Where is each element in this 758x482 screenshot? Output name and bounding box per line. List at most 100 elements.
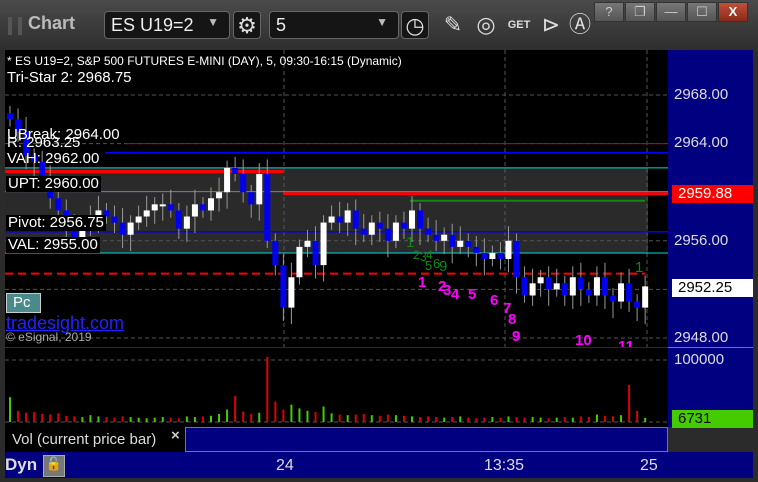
volume-bar — [73, 416, 76, 422]
candle — [191, 204, 198, 217]
candle — [489, 252, 496, 260]
candle — [328, 216, 335, 223]
study-icon[interactable]: ◎ — [472, 11, 500, 39]
time-label: 13:35 — [484, 457, 525, 474]
price-tick: 2964.00 — [674, 134, 729, 151]
volume-bar — [595, 414, 598, 422]
volume-panel[interactable] — [5, 348, 668, 427]
volume-bar — [603, 415, 606, 422]
volume-bar — [65, 415, 68, 422]
dynamic-mode[interactable]: Dyn — [5, 455, 37, 475]
setup-count-label: 5 — [425, 258, 433, 273]
candle — [449, 234, 456, 247]
minimize-button[interactable]: — — [656, 2, 686, 22]
volume-bar — [419, 417, 422, 422]
volume-bar — [539, 417, 542, 422]
lock-icon[interactable]: 🔓 — [43, 455, 65, 477]
volume-svg — [5, 356, 668, 423]
price-chart[interactable]: * ES U19=2, S&P 500 FUTURES E-MINI (DAY)… — [5, 50, 668, 349]
price-tick: 2956.00 — [674, 232, 729, 249]
pencil-icon[interactable]: ✎ — [439, 11, 467, 39]
candle — [481, 252, 488, 260]
candle — [497, 252, 504, 260]
volume-bar — [97, 416, 100, 422]
get-icon[interactable]: GET — [505, 11, 533, 39]
candle — [151, 204, 158, 211]
title-bar: Chart ES U19=2 ▼ ⚙ 5 ▼ ◷ ✎ ◎ GET ⊳ Ⓐ ? ❐ —… — [0, 0, 758, 50]
volume-bar — [443, 417, 446, 422]
volume-bar — [563, 417, 566, 422]
candle — [7, 113, 13, 120]
candle — [264, 173, 271, 241]
volume-bar — [571, 417, 574, 422]
candle — [433, 234, 440, 241]
candle — [601, 277, 608, 296]
candle — [296, 246, 303, 278]
volume-blank-area — [185, 427, 668, 452]
volume-bar — [49, 414, 52, 422]
volume-bar — [612, 416, 614, 422]
volume-bar — [587, 417, 590, 422]
clock-icon[interactable]: ◷ — [401, 11, 429, 39]
volume-bar — [346, 415, 349, 422]
volume-bar — [193, 417, 196, 422]
volume-bar — [467, 417, 470, 422]
window-title: Chart — [28, 13, 76, 33]
candle — [569, 277, 576, 296]
volume-bar — [314, 412, 317, 422]
volume-bar — [306, 410, 309, 422]
volume-bar — [33, 412, 36, 422]
candle — [457, 240, 464, 247]
settings-icon[interactable]: ⚙ — [233, 11, 261, 39]
volume-bar — [322, 406, 325, 422]
candle — [216, 192, 223, 199]
time-label: 25 — [640, 457, 658, 474]
candle — [199, 204, 206, 211]
drag-handle[interactable] — [8, 17, 22, 35]
candle — [111, 216, 118, 223]
candle — [320, 222, 327, 266]
help-button[interactable]: ? — [594, 2, 624, 22]
close-button[interactable]: X — [718, 2, 748, 22]
last-price-tag: 2952.25 — [672, 279, 753, 297]
candle — [167, 204, 174, 211]
volume-bar — [475, 418, 478, 422]
count-label: 6 — [490, 292, 499, 309]
close-icon[interactable]: × — [171, 427, 180, 444]
candle — [400, 222, 407, 229]
play-icon[interactable]: ⊳ — [537, 11, 565, 39]
candle — [55, 198, 62, 211]
interval-combo[interactable]: 5 ▼ — [269, 11, 399, 39]
a-icon[interactable]: Ⓐ — [566, 11, 594, 39]
pc-badge[interactable]: Pc — [6, 293, 41, 313]
chart-header: * ES U19=2, S&P 500 FUTURES E-MINI (DAY)… — [7, 54, 402, 68]
candle — [368, 222, 375, 235]
volume-bar — [17, 410, 20, 422]
volume-bar — [242, 411, 245, 422]
interval-value: 5 — [276, 15, 287, 35]
volume-bar — [483, 417, 486, 422]
volume-bar — [330, 413, 333, 422]
volume-bar — [153, 417, 156, 422]
volume-bar — [411, 416, 413, 422]
vah-label: VAH: 2962.00 — [7, 150, 100, 167]
volume-bar — [555, 417, 558, 422]
candle — [304, 240, 311, 247]
symbol-combo[interactable]: ES U19=2 ▼ — [104, 11, 230, 39]
volume-bar — [644, 417, 647, 422]
candle — [441, 234, 448, 241]
volume-bar — [298, 408, 301, 422]
volume-bar — [499, 417, 502, 422]
candle — [409, 210, 415, 229]
candle — [248, 192, 255, 205]
maximize-button[interactable]: ☐ — [687, 2, 717, 22]
candle — [360, 228, 367, 235]
candle — [183, 216, 190, 229]
restore-menu-button[interactable]: ❐ — [625, 2, 655, 22]
volume-bar — [137, 417, 140, 422]
candle — [376, 222, 383, 229]
symbol-value: ES U19=2 — [111, 15, 194, 35]
r-label: R: 2963.25 — [7, 134, 81, 151]
candle — [577, 277, 584, 290]
last-volume-tag: 6731 — [672, 410, 753, 428]
